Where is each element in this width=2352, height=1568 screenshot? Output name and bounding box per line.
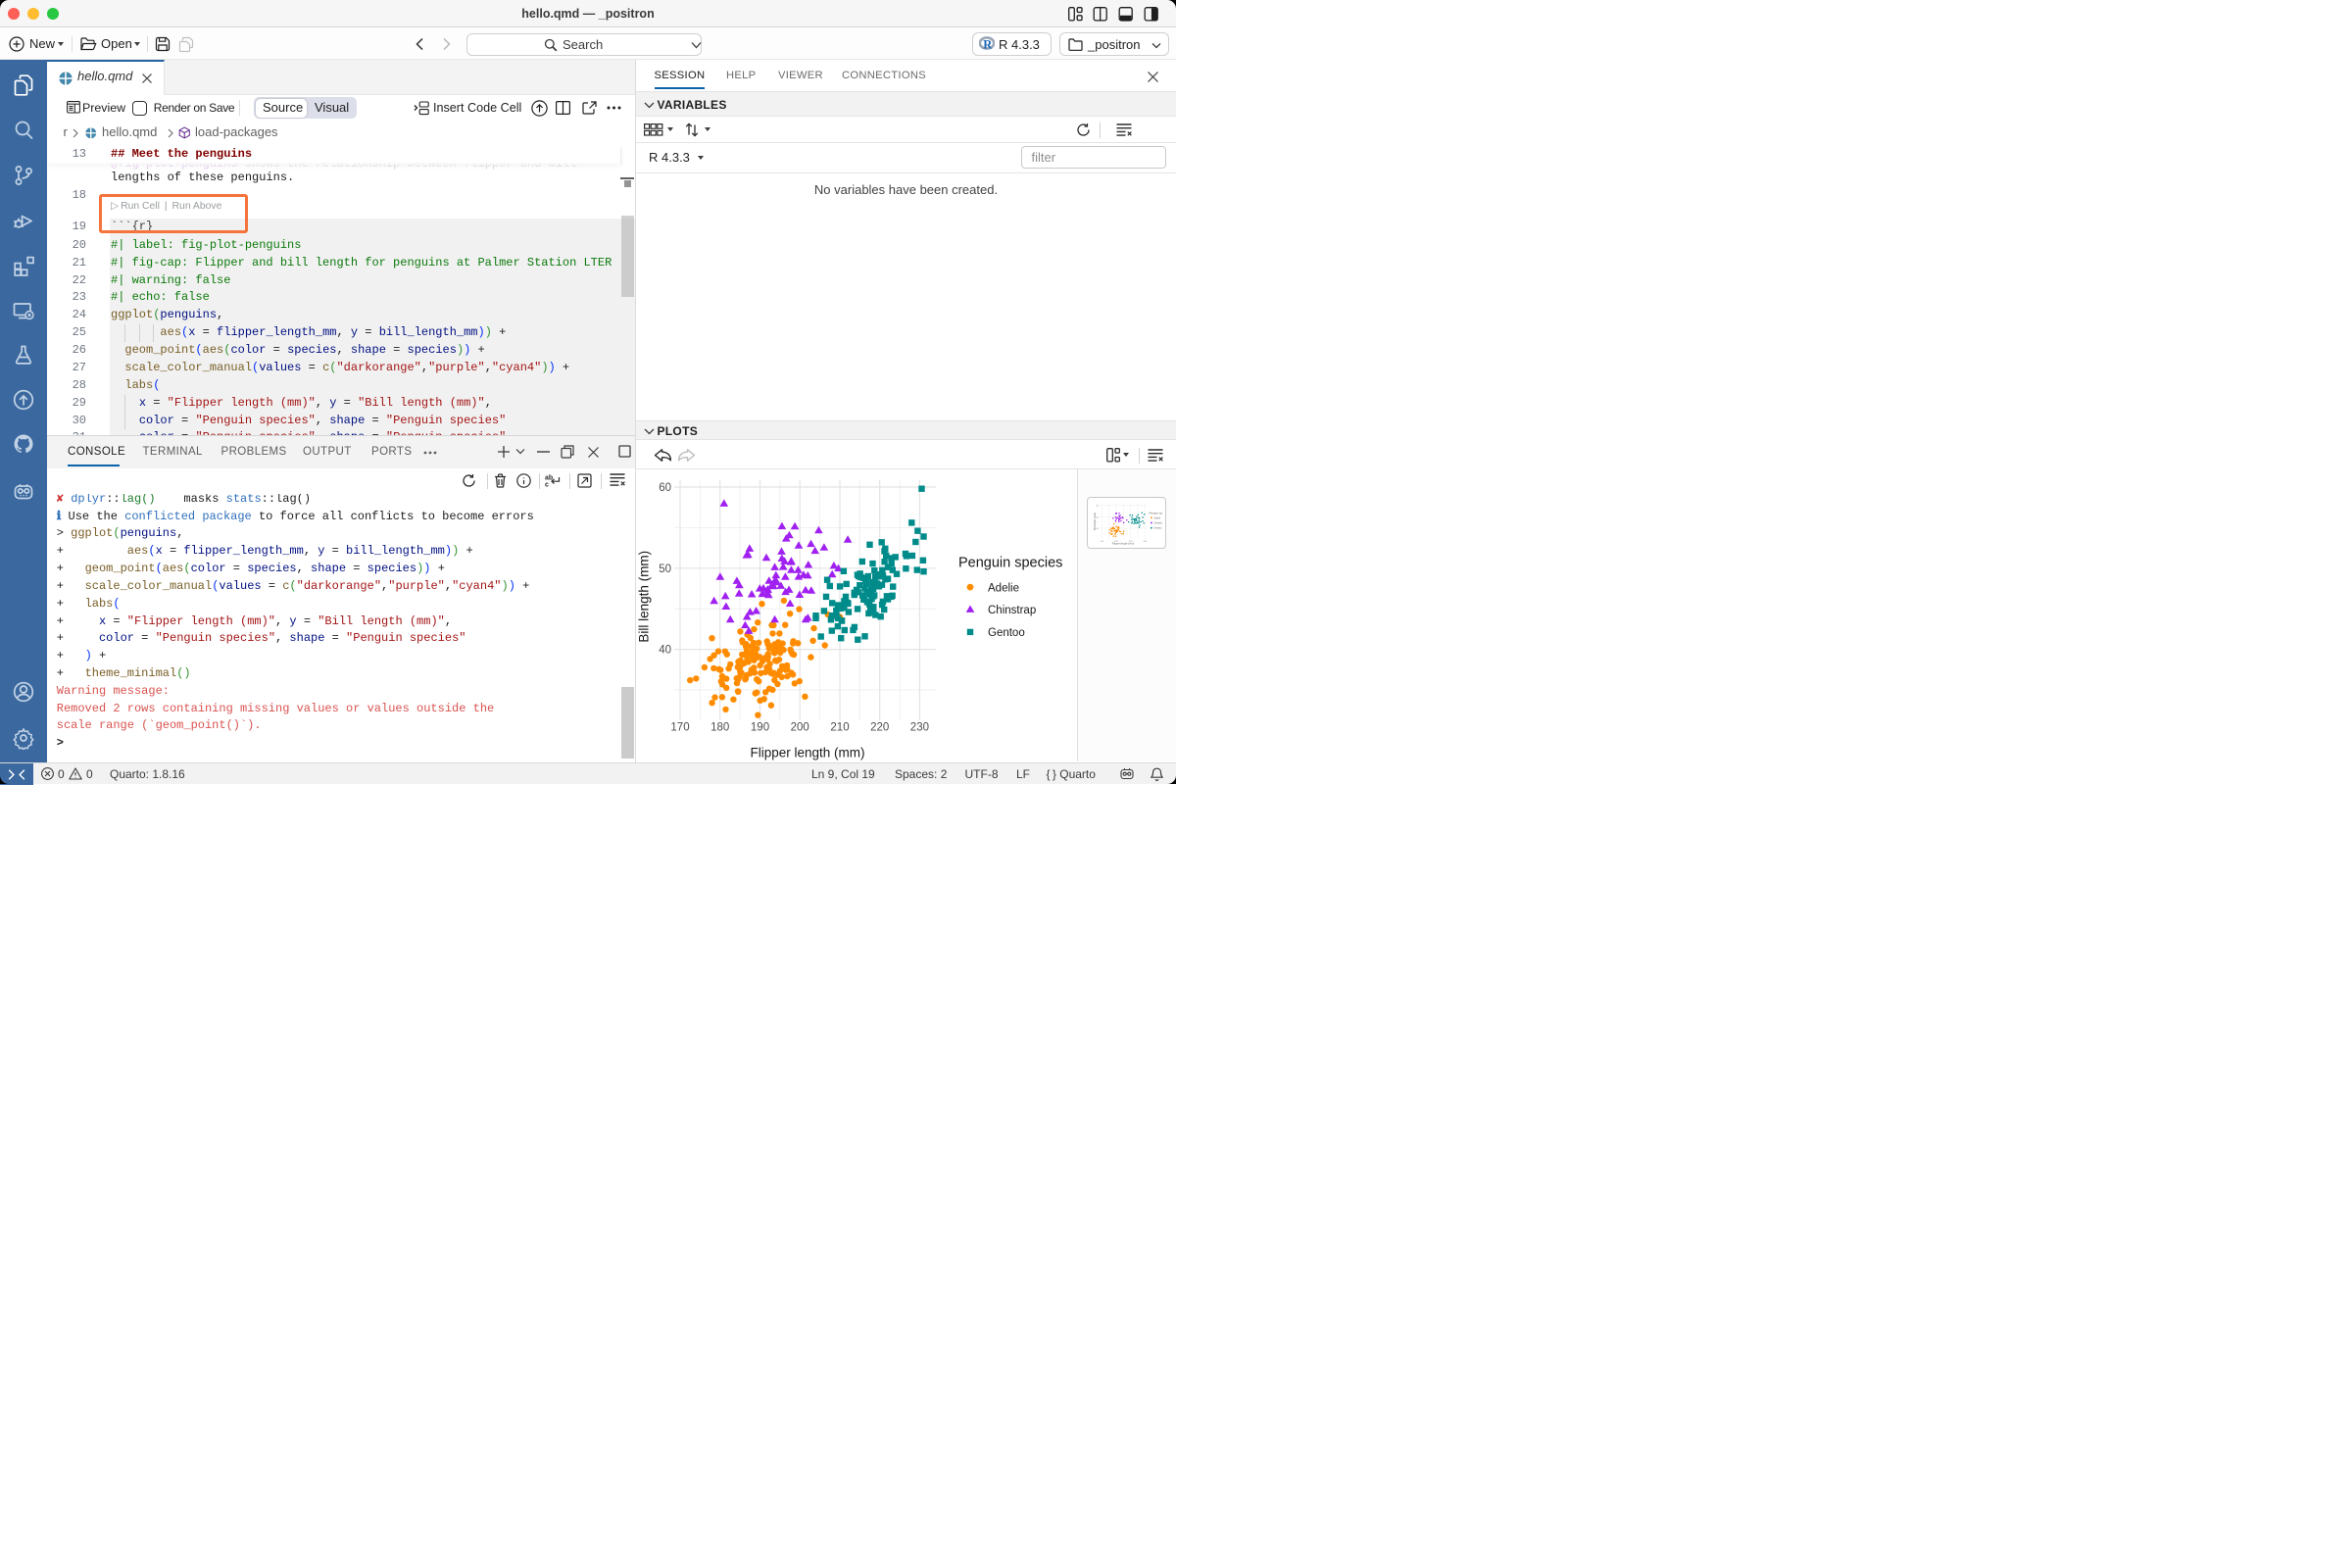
svg-text:190: 190: [751, 722, 769, 734]
svg-text:200: 200: [791, 722, 809, 734]
svg-text:Bill length (mm): Bill length (mm): [637, 551, 652, 643]
svg-text:Chinstrap: Chinstrap: [988, 605, 1036, 616]
svg-text:c: c: [545, 481, 549, 488]
svg-text:Gentoo: Gentoo: [1153, 527, 1162, 530]
svg-text:230: 230: [1143, 541, 1147, 543]
svg-text:Penguin species: Penguin species: [1149, 512, 1162, 515]
svg-text:50: 50: [659, 564, 671, 575]
svg-text:220: 220: [870, 722, 889, 734]
svg-text:Flipper length (mm): Flipper length (mm): [750, 746, 864, 760]
svg-text:Adelie: Adelie: [1153, 517, 1160, 520]
svg-text:40: 40: [659, 645, 671, 657]
svg-text:170: 170: [670, 722, 689, 734]
svg-text:Adelie: Adelie: [988, 582, 1019, 594]
svg-text:50: 50: [1097, 517, 1100, 519]
svg-text:R: R: [983, 37, 993, 51]
svg-text:170: 170: [1100, 541, 1103, 543]
svg-text:60: 60: [1097, 506, 1100, 508]
svg-text:Gentoo: Gentoo: [988, 627, 1025, 639]
svg-text:230: 230: [910, 722, 929, 734]
svg-text:60: 60: [659, 482, 671, 494]
svg-text:180: 180: [710, 722, 729, 734]
svg-text:Chinstrap: Chinstrap: [1153, 522, 1162, 525]
svg-text:210: 210: [830, 722, 849, 734]
svg-text:Penguin species: Penguin species: [958, 556, 1062, 571]
svg-text:40: 40: [1097, 528, 1100, 530]
